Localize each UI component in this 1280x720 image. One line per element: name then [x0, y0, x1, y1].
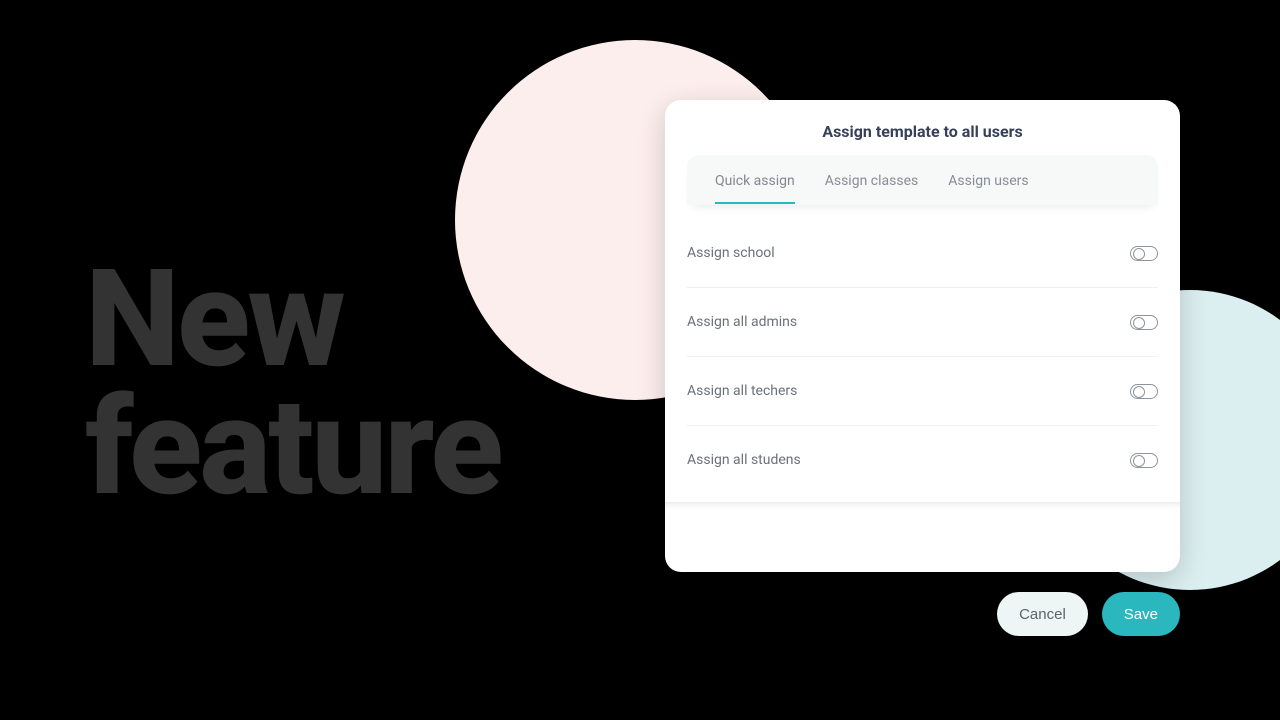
row-assign-school: Assign school	[687, 233, 1158, 288]
card-footer	[665, 512, 1180, 572]
card-title: Assign template to all users	[665, 100, 1180, 155]
action-buttons: Cancel Save	[997, 592, 1180, 636]
footer-divider	[665, 502, 1180, 512]
toggle-assign-students[interactable]	[1130, 453, 1158, 468]
tab-assign-users[interactable]: Assign users	[948, 157, 1028, 203]
row-assign-admins: Assign all admins	[687, 288, 1158, 357]
tabs: Quick assign Assign classes Assign users	[687, 155, 1158, 205]
row-label: Assign school	[687, 245, 775, 261]
row-assign-students: Assign all studens	[687, 426, 1158, 494]
save-button[interactable]: Save	[1102, 592, 1180, 636]
tab-quick-assign[interactable]: Quick assign	[715, 157, 795, 203]
tab-assign-classes[interactable]: Assign classes	[825, 157, 919, 203]
headline: New feature	[85, 255, 501, 512]
cancel-button[interactable]: Cancel	[997, 592, 1088, 636]
row-label: Assign all studens	[687, 452, 801, 468]
toggle-assign-admins[interactable]	[1130, 315, 1158, 330]
toggle-assign-school[interactable]	[1130, 246, 1158, 261]
row-assign-teachers: Assign all techers	[687, 357, 1158, 426]
assign-rows: Assign school Assign all admins Assign a…	[665, 205, 1180, 502]
headline-line1: New	[85, 255, 501, 383]
toggle-assign-teachers[interactable]	[1130, 384, 1158, 399]
row-label: Assign all admins	[687, 314, 797, 330]
row-label: Assign all techers	[687, 383, 797, 399]
assign-template-card: Assign template to all users Quick assig…	[665, 100, 1180, 572]
headline-line2: feature	[85, 383, 501, 511]
